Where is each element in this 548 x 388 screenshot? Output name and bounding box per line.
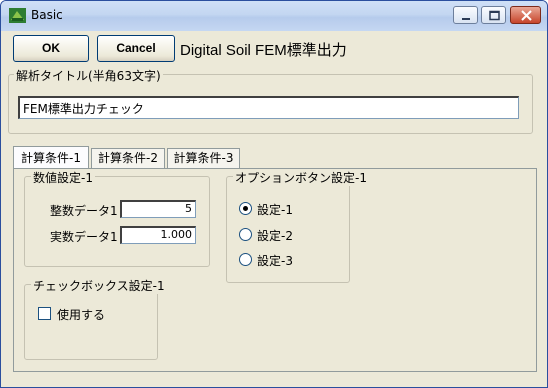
ok-button[interactable]: OK xyxy=(13,35,89,62)
checkbox-settings-group: チェックボックス設定-1 使用する xyxy=(24,277,167,360)
option-setting-3[interactable]: 設定-3 xyxy=(239,252,339,268)
analysis-title-value: FEM標準出力チェック xyxy=(23,102,144,116)
window-title: Basic xyxy=(31,8,63,22)
option-buttons-legend: オプションボタン設定-1 xyxy=(233,169,369,186)
dialog-client-area: OK Cancel Digital Soil FEM標準出力 解析タイトル(半角… xyxy=(4,31,544,384)
close-button[interactable] xyxy=(510,6,541,24)
radio-selected-icon xyxy=(239,202,252,215)
numeric-settings-group: 数値設定-1 整数データ1 5 実数データ1 1.000 xyxy=(24,169,210,267)
integer-data-label: 整数データ1 xyxy=(50,204,118,218)
checkbox-settings-legend: チェックボックス設定-1 xyxy=(31,277,167,294)
minimize-button[interactable] xyxy=(453,6,478,24)
analysis-title-group: 解析タイトル(半角63文字) FEM標準出力チェック xyxy=(8,67,533,134)
tab-calc-condition-3[interactable]: 計算条件-3 xyxy=(167,148,240,168)
tab-calc-condition-1[interactable]: 計算条件-1 xyxy=(13,146,89,168)
analysis-title-input[interactable]: FEM標準出力チェック xyxy=(18,96,519,119)
close-icon xyxy=(521,10,532,21)
option-label: 設定-2 xyxy=(257,229,293,243)
main-window: Basic OK Cancel Digital Soil FEM標準出力 解析タ… xyxy=(0,0,548,388)
numeric-settings-legend: 数値設定-1 xyxy=(31,169,95,186)
use-checkbox[interactable]: 使用する xyxy=(38,306,138,322)
option-setting-2[interactable]: 設定-2 xyxy=(239,227,339,243)
maximize-icon xyxy=(489,10,500,21)
analysis-title-legend: 解析タイトル(半角63文字) xyxy=(14,67,163,84)
page-title: Digital Soil FEM標準出力 xyxy=(180,42,347,59)
maximize-button[interactable] xyxy=(481,6,506,24)
tab-panel: 数値設定-1 整数データ1 5 実数データ1 1.000 オプションボタン設定-… xyxy=(13,168,537,372)
tab-calc-condition-2[interactable]: 計算条件-2 xyxy=(91,148,165,168)
integer-data-input[interactable]: 5 xyxy=(120,200,196,218)
option-label: 設定-3 xyxy=(257,254,293,268)
option-setting-1[interactable]: 設定-1 xyxy=(239,201,339,217)
title-bar[interactable]: Basic xyxy=(1,1,547,31)
checkbox-label: 使用する xyxy=(57,308,106,322)
real-data-input[interactable]: 1.000 xyxy=(120,226,196,244)
minimize-icon xyxy=(462,18,470,20)
radio-unselected-icon xyxy=(239,228,252,241)
radio-unselected-icon xyxy=(239,253,252,266)
cancel-button[interactable]: Cancel xyxy=(97,35,175,62)
app-leaf-icon xyxy=(9,8,26,23)
option-label: 設定-1 xyxy=(257,203,293,217)
real-data-label: 実数データ1 xyxy=(50,230,118,244)
checkbox-unchecked-icon xyxy=(38,307,51,320)
option-buttons-group: オプションボタン設定-1 設定-1 設定-2 設定-3 xyxy=(226,169,369,283)
